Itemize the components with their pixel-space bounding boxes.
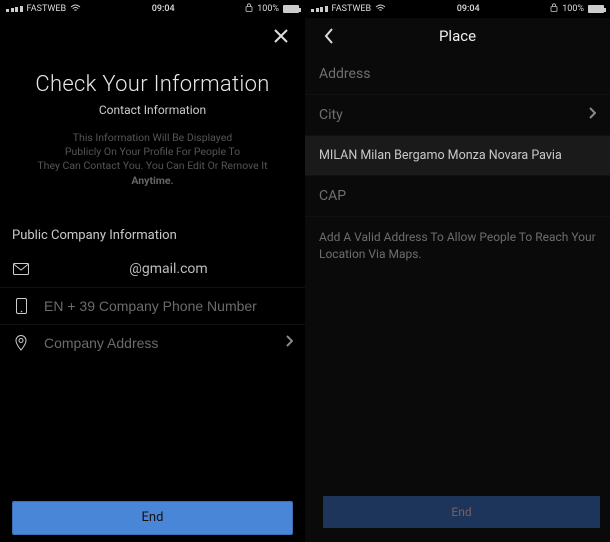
- signal-icon: [6, 6, 23, 12]
- signal-icon: [311, 6, 328, 12]
- end-button[interactable]: End: [12, 501, 293, 535]
- page-title: Check Your Information: [0, 72, 305, 97]
- lock-icon: [550, 3, 558, 15]
- chevron-right-icon: [285, 335, 293, 351]
- city-selected-row[interactable]: MILAN Milan Bergamo Monza Novara Pavia: [305, 136, 610, 176]
- address-field[interactable]: [0, 325, 305, 361]
- page-subtitle: Contact Information: [0, 103, 305, 117]
- end-button[interactable]: End: [323, 496, 600, 528]
- status-bar: FASTWEB 09:04 100%: [305, 0, 610, 18]
- close-icon[interactable]: [261, 18, 301, 54]
- phone-input[interactable]: [44, 298, 293, 314]
- description-text: This Information Will Be Displayed Publi…: [22, 131, 283, 188]
- battery-pct: 100%: [257, 4, 279, 14]
- wifi-icon: [70, 4, 81, 15]
- phone-field[interactable]: [0, 288, 305, 324]
- mail-icon: [12, 263, 30, 275]
- clock: 09:04: [152, 4, 175, 14]
- cap-row[interactable]: CAP: [305, 176, 610, 217]
- email-field[interactable]: @gmail.com: [0, 251, 305, 287]
- navbar: Place: [305, 18, 610, 54]
- address-input[interactable]: [44, 335, 271, 351]
- phone-icon: [12, 298, 30, 314]
- back-icon[interactable]: [309, 18, 349, 54]
- nav-title: Place: [439, 27, 476, 45]
- screen-place: FASTWEB 09:04 100% Place Address City MI…: [305, 0, 610, 542]
- help-text: Add A Valid Address To Allow People To R…: [305, 217, 610, 275]
- pin-icon: [12, 335, 30, 351]
- lock-icon: [245, 3, 253, 15]
- cap-label: CAP: [319, 188, 346, 204]
- clock: 09:04: [457, 4, 480, 14]
- address-label: Address: [319, 66, 370, 82]
- address-row[interactable]: Address: [305, 54, 610, 95]
- carrier-label: FASTWEB: [27, 4, 67, 14]
- navbar: [0, 18, 305, 54]
- email-value: @gmail.com: [44, 261, 293, 277]
- battery-pct: 100%: [562, 4, 584, 14]
- battery-icon: [588, 5, 604, 13]
- city-selected-value: MILAN Milan Bergamo Monza Novara Pavia: [319, 148, 562, 163]
- wifi-icon: [375, 4, 386, 15]
- city-row[interactable]: City: [305, 95, 610, 136]
- battery-icon: [283, 5, 299, 13]
- chevron-right-icon: [588, 107, 596, 123]
- carrier-label: FASTWEB: [332, 4, 372, 14]
- city-label: City: [319, 107, 343, 123]
- screen-check-info: FASTWEB 09:04 100% Check Your Informatio…: [0, 0, 305, 542]
- section-label: Public Company Information: [12, 228, 293, 243]
- status-bar: FASTWEB 09:04 100%: [0, 0, 305, 18]
